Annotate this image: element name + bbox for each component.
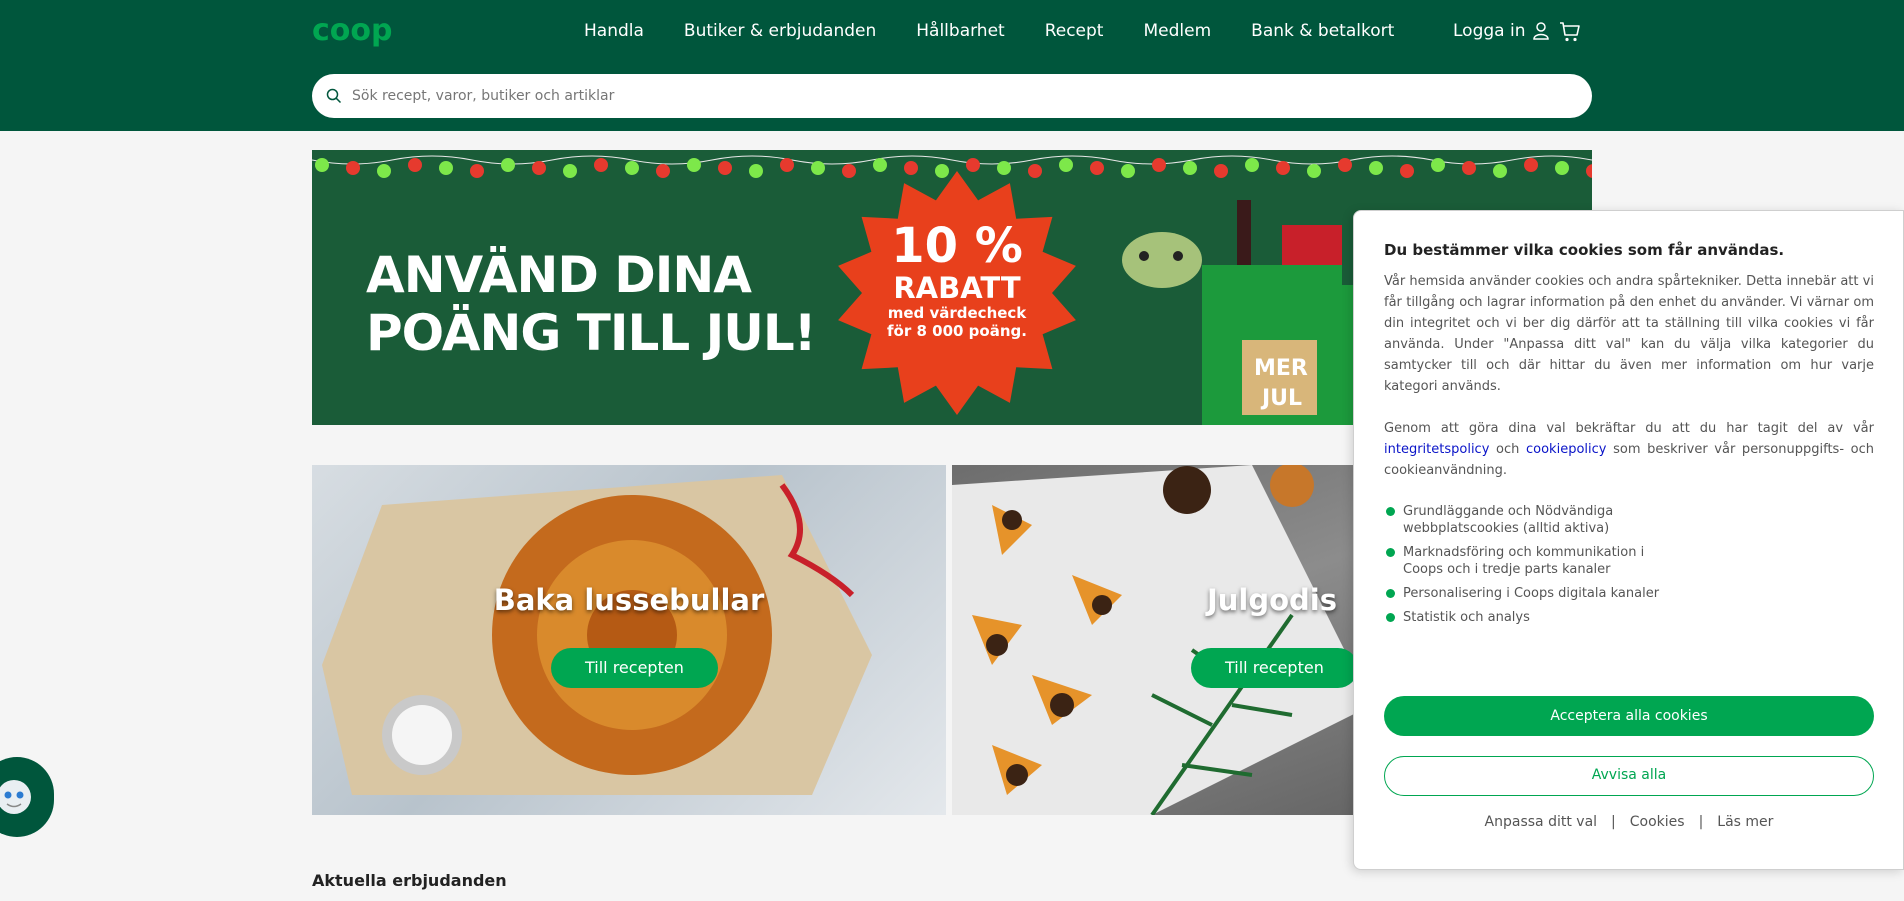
- coop-logo[interactable]: coop: [312, 14, 404, 48]
- privacy-policy-link[interactable]: integritetspolicy: [1384, 442, 1489, 457]
- light-bulb-icon: [1214, 164, 1228, 178]
- light-bulb-icon: [656, 164, 670, 178]
- cookie-category: Marknadsföring och kommunikation i Coops…: [1384, 544, 1664, 578]
- banner-headline-line2: POÄNG TILL JUL!: [366, 304, 817, 362]
- cookie-policy-link[interactable]: cookiepolicy: [1526, 442, 1606, 457]
- bullet-icon: [1386, 613, 1395, 622]
- light-bulb-icon: [1090, 161, 1104, 175]
- cookie-category: Statistik och analys: [1384, 609, 1664, 626]
- light-bulb-icon: [718, 161, 732, 175]
- light-bulb-icon: [1586, 164, 1592, 178]
- cookie-category-label: Grundläggande och Nödvändiga webbplatsco…: [1403, 504, 1614, 536]
- tile-button-recipes[interactable]: Till recepten: [551, 648, 718, 688]
- discount-detail-2: för 8 000 poäng.: [887, 322, 1027, 340]
- light-bulb-icon: [749, 164, 763, 178]
- light-bulb-icon: [563, 164, 577, 178]
- nav-item-butiker[interactable]: Butiker & erbjudanden: [684, 18, 876, 44]
- light-bulb-icon: [1183, 161, 1197, 175]
- search-input[interactable]: [352, 88, 1552, 104]
- light-bulb-icon: [1524, 158, 1538, 172]
- cookie-description: Vår hemsida använder cookies och andra s…: [1384, 274, 1874, 394]
- light-bulb-icon: [532, 161, 546, 175]
- banner-headline: ANVÄND DINA POÄNG TILL JUL!: [366, 246, 817, 362]
- bullet-icon: [1386, 507, 1395, 516]
- nav-item-handla[interactable]: Handla: [584, 18, 644, 44]
- light-bulb-icon: [470, 164, 484, 178]
- light-bulb-icon: [1431, 158, 1445, 172]
- cookie-category-label: Statistik och analys: [1403, 610, 1530, 625]
- site-header: coop Handla Butiker & erbjudanden Hållba…: [0, 0, 1904, 131]
- policy-text-start: Genom att göra dina val bekräftar du att…: [1384, 421, 1874, 436]
- nav-item-hallbarhet[interactable]: Hållbarhet: [916, 18, 1004, 44]
- login-label: Logga in: [1453, 21, 1526, 41]
- cookie-footer-links: Anpassa ditt val | Cookies | Läs mer: [1384, 814, 1874, 830]
- light-bulb-icon: [1276, 161, 1290, 175]
- light-bulb-icon: [1555, 161, 1569, 175]
- cookies-link[interactable]: Cookies: [1630, 814, 1685, 830]
- light-bulb-icon: [1338, 158, 1352, 172]
- light-bulb-icon: [594, 158, 608, 172]
- user-icon: [1533, 22, 1550, 40]
- section-title-offers: Aktuella erbjudanden: [312, 871, 507, 890]
- svg-text:JUL: JUL: [1260, 386, 1302, 411]
- robot-icon: [0, 780, 31, 814]
- light-bulb-icon: [1307, 164, 1321, 178]
- discount-text: 10 % RABATT med värdecheck för 8 000 poä…: [832, 220, 1082, 340]
- banner-headline-line1: ANVÄND DINA: [366, 246, 752, 304]
- nav-item-recept[interactable]: Recept: [1045, 18, 1104, 44]
- light-bulb-icon: [1152, 158, 1166, 172]
- accept-all-cookies-button[interactable]: Acceptera alla cookies: [1384, 696, 1874, 736]
- light-bulb-icon: [439, 161, 453, 175]
- search-icon: [326, 88, 342, 104]
- tile-button-recipes[interactable]: Till recepten: [1191, 648, 1358, 688]
- cookie-category: Grundläggande och Nödvändiga webbplatsco…: [1384, 503, 1664, 537]
- svg-text:MER: MER: [1254, 356, 1308, 381]
- policy-text-middle: och: [1489, 442, 1526, 457]
- customize-choice-link[interactable]: Anpassa ditt val: [1485, 814, 1598, 830]
- discount-label: RABATT: [893, 271, 1021, 305]
- light-bulb-icon: [1462, 161, 1476, 175]
- lussebullar-image: [322, 475, 872, 795]
- cookie-category-label: Personalisering i Coops digitala kanaler: [1403, 586, 1660, 601]
- light-bulb-icon: [780, 158, 794, 172]
- light-bulb-icon: [1493, 164, 1507, 178]
- reject-all-cookies-button[interactable]: Avvisa alla: [1384, 756, 1874, 796]
- tile-title: Baka lussebullar: [493, 583, 765, 617]
- link-separator: |: [1611, 814, 1616, 830]
- cart-icon[interactable]: [1558, 20, 1582, 44]
- discount-detail-1: med värdecheck: [887, 304, 1027, 322]
- light-bulb-icon: [687, 158, 701, 172]
- light-bulb-icon: [346, 161, 360, 175]
- link-separator: |: [1698, 814, 1704, 830]
- light-bulb-icon: [377, 164, 391, 178]
- discount-percent: 10 %: [891, 218, 1023, 274]
- login-link[interactable]: Logga in: [1453, 18, 1550, 44]
- bullet-icon: [1386, 548, 1395, 557]
- cookie-categories: Grundläggande och Nödvändiga webbplatsco…: [1384, 503, 1664, 633]
- main-nav: Handla Butiker & erbjudanden Hållbarhet …: [584, 18, 1394, 44]
- light-bulb-icon: [811, 161, 825, 175]
- recipe-tile-lussebullar[interactable]: Baka lussebullar Till recepten: [312, 465, 946, 815]
- light-bulb-icon: [408, 158, 422, 172]
- light-bulb-icon: [1369, 161, 1383, 175]
- svg-text:coop: coop: [312, 14, 392, 48]
- cookie-category: Personalisering i Coops digitala kanaler: [1384, 585, 1664, 602]
- bullet-icon: [1386, 589, 1395, 598]
- nav-item-medlem[interactable]: Medlem: [1143, 18, 1211, 44]
- light-bulb-icon: [1400, 164, 1414, 178]
- light-bulb-icon: [1121, 164, 1135, 178]
- cookie-consent-dialog: Du bestämmer vilka cookies som får använ…: [1353, 210, 1904, 870]
- read-more-link[interactable]: Läs mer: [1717, 814, 1773, 830]
- nav-item-bank[interactable]: Bank & betalkort: [1251, 18, 1394, 44]
- search-bar[interactable]: [312, 74, 1592, 118]
- light-bulb-icon: [501, 158, 515, 172]
- cookie-title: Du bestämmer vilka cookies som får använ…: [1384, 241, 1785, 259]
- cookie-policy-text: Genom att göra dina val bekräftar du att…: [1384, 418, 1874, 481]
- light-bulb-icon: [1245, 158, 1259, 172]
- cookie-category-label: Marknadsföring och kommunikation i Coops…: [1403, 545, 1645, 577]
- light-bulb-icon: [315, 158, 329, 172]
- light-bulb-icon: [625, 161, 639, 175]
- chat-assistant-button[interactable]: [0, 757, 54, 837]
